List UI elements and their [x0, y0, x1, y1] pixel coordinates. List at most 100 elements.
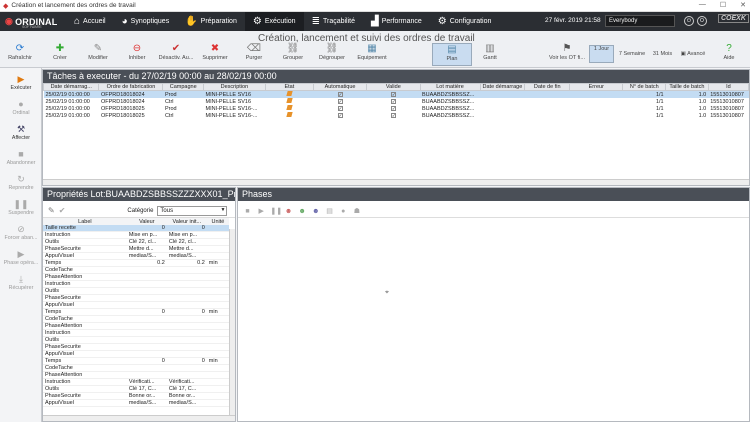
- property-row[interactable]: PhaseSecurite: [43, 343, 229, 352]
- view-finished-ot-button[interactable]: ⚑ Voir les OT fi...: [546, 43, 588, 61]
- pause-icon[interactable]: ❚❚: [270, 207, 282, 216]
- property-row[interactable]: Outils: [43, 336, 229, 345]
- property-row[interactable]: Instruction: [43, 329, 229, 338]
- edit-icon[interactable]: ✎: [48, 206, 55, 215]
- property-row[interactable]: Instruction Vérificati... Vérificati...: [43, 378, 229, 387]
- close-button[interactable]: ✕: [740, 1, 746, 9]
- col-header[interactable]: Erreur: [569, 83, 624, 91]
- valid-checkbox[interactable]: ✓: [390, 112, 396, 118]
- col-header[interactable]: Description: [202, 83, 266, 91]
- auto-checkbox[interactable]: ✓: [337, 98, 343, 104]
- equipment-button[interactable]: ▦ Equipement: [352, 43, 392, 61]
- col-header[interactable]: Valide: [366, 83, 421, 91]
- col-header[interactable]: Label: [43, 218, 127, 225]
- properties-vertical-scrollbar[interactable]: [229, 229, 235, 415]
- valid-checkbox[interactable]: ✓: [390, 98, 396, 104]
- property-row[interactable]: Outils Clé 17, C... Clé 17, C...: [43, 385, 229, 394]
- nav-execution[interactable]: ⚙ Exécution: [244, 12, 304, 31]
- auto-checkbox[interactable]: ✓: [337, 91, 343, 97]
- purge-button[interactable]: ⌫ Purger: [234, 43, 274, 61]
- document-icon[interactable]: ▤: [325, 207, 334, 216]
- col-header[interactable]: Id: [707, 83, 750, 91]
- col-header[interactable]: Taille de batch: [665, 83, 709, 91]
- property-row[interactable]: Temps 0.2 0.2 min: [43, 259, 229, 268]
- property-row[interactable]: PhaseAttention: [43, 322, 229, 331]
- property-row[interactable]: AppuiVisuel medias/S... medias/S...: [43, 399, 229, 408]
- gantt-button[interactable]: ▥ Gantt: [470, 43, 510, 61]
- property-row[interactable]: AppuiVisuel medias/S... medias/S...: [43, 252, 229, 261]
- property-row[interactable]: Outils: [43, 287, 229, 296]
- execute-button[interactable]: ▶ Exécuter: [0, 74, 42, 91]
- property-row[interactable]: PhaseSecurite Bonne or... Bonne or...: [43, 392, 229, 401]
- ordinal-button[interactable]: ● Ordinal: [0, 99, 42, 116]
- col-header[interactable]: Date démarrag...: [42, 83, 100, 91]
- property-row[interactable]: Temps 0 0 min: [43, 308, 229, 317]
- play-icon[interactable]: ▶: [257, 207, 266, 216]
- nav-performance[interactable]: ▟ Performance: [363, 12, 430, 31]
- property-row[interactable]: AppuiVisuel: [43, 350, 229, 359]
- delete-button[interactable]: ✖ Supprimer: [195, 43, 235, 61]
- col-header[interactable]: Lot matière: [419, 83, 481, 91]
- nav-preparation[interactable]: ✋ Préparation: [177, 12, 245, 31]
- stop-icon[interactable]: ■: [243, 207, 252, 216]
- deactivate-auto-button[interactable]: ✔ Désactiv. Au...: [156, 43, 196, 61]
- task-row[interactable]: 25/02/19 01:00:00 OFPRD18018024 Prod MINI-P…: [43, 90, 749, 98]
- col-header[interactable]: Unité: [206, 218, 229, 225]
- abandon-button[interactable]: ■ Abandonner: [0, 149, 42, 166]
- power-icon[interactable]: ⏻: [684, 16, 694, 26]
- col-header[interactable]: Valeur: [126, 218, 167, 225]
- user-selector[interactable]: Everybody: [605, 15, 675, 27]
- property-row[interactable]: AppuiVisuel: [43, 301, 229, 310]
- minimize-button[interactable]: —: [699, 1, 706, 9]
- resume-button[interactable]: ↻ Reprendre: [0, 174, 42, 191]
- check-icon[interactable]: ✔: [59, 206, 66, 215]
- group-button[interactable]: ⛓ Grouper: [273, 43, 313, 61]
- nav-accueil[interactable]: ⌂ Accueil: [66, 12, 114, 31]
- nav-configuration[interactable]: ⚙ Configuration: [430, 12, 500, 31]
- auto-checkbox[interactable]: ✓: [337, 105, 343, 111]
- user-add-icon[interactable]: ☻: [311, 207, 320, 216]
- auto-checkbox[interactable]: ✓: [337, 112, 343, 118]
- create-button[interactable]: ✚ Créer: [40, 43, 80, 61]
- property-row[interactable]: PhaseAttention: [43, 273, 229, 282]
- property-row[interactable]: CodeTache: [43, 266, 229, 275]
- refresh-button[interactable]: ⟳ Rafraîchir: [0, 43, 40, 61]
- col-header[interactable]: Automatique: [312, 83, 368, 91]
- nav-tracabilite[interactable]: ≣ Traçabilité: [304, 12, 363, 31]
- month-view-button[interactable]: 31 Mois: [650, 51, 675, 57]
- user-check-icon[interactable]: ☻: [298, 207, 307, 216]
- property-row[interactable]: Instruction Mise en p... Mise en p...: [43, 231, 229, 240]
- advanced-view-button[interactable]: ▣ Avancé: [676, 51, 710, 57]
- col-header[interactable]: Date démarrage: [479, 83, 526, 91]
- property-row[interactable]: PhaseAttention: [43, 371, 229, 380]
- comment-icon[interactable]: ●: [339, 207, 348, 216]
- edit-button[interactable]: ✎ Modifier: [78, 43, 118, 61]
- inhibit-button[interactable]: ⊖ Inhiber: [117, 43, 157, 61]
- users-icon[interactable]: ☗: [352, 207, 361, 216]
- property-row[interactable]: CodeTache: [43, 364, 229, 373]
- task-row[interactable]: 25/02/19 01:00:00 OFPRD18018025 Ctrl MINI-P…: [44, 112, 749, 119]
- property-row[interactable]: Taille recette 0 0: [43, 225, 229, 233]
- col-header[interactable]: Date de fin: [524, 83, 571, 91]
- properties-horizontal-scrollbar[interactable]: [43, 415, 235, 421]
- task-row[interactable]: 25/02/19 01:00:00 OFPRD18018025 Prod MINI-P…: [44, 105, 749, 112]
- property-row[interactable]: Temps 0 0 min: [43, 357, 229, 366]
- plan-button[interactable]: ▤ Plan: [432, 43, 472, 66]
- operating-phase-button[interactable]: ▶ Phase opéra...: [0, 249, 42, 266]
- week-view-button[interactable]: 7 Semaine: [615, 51, 649, 57]
- task-row[interactable]: 25/02/19 01:00:00 OFPRD18018024 Ctrl MINI-P…: [44, 98, 749, 105]
- property-row[interactable]: Instruction: [43, 280, 229, 289]
- tasks-horizontal-scrollbar[interactable]: [43, 179, 749, 185]
- recover-button[interactable]: ⤓ Récupérer: [0, 274, 42, 291]
- property-row[interactable]: PhaseSecurite: [43, 294, 229, 303]
- category-select[interactable]: Tous ▼: [157, 205, 228, 216]
- ungroup-button[interactable]: ⛓ Dégrouper: [312, 43, 352, 61]
- col-header[interactable]: Etat: [264, 83, 314, 91]
- col-header[interactable]: Campagne: [162, 83, 204, 91]
- nav-synoptiques[interactable]: ◕ Synoptiques: [114, 12, 178, 31]
- suspend-button[interactable]: ❚❚ Suspendre: [0, 199, 42, 216]
- property-row[interactable]: PhaseSecurite Mettre d... Mettre d...: [43, 245, 229, 254]
- help-button[interactable]: ? Aide: [712, 43, 746, 61]
- force-abandon-button[interactable]: ⊘ Forcer aban...: [0, 224, 42, 241]
- assign-button[interactable]: ⚒ Affecter: [0, 124, 42, 141]
